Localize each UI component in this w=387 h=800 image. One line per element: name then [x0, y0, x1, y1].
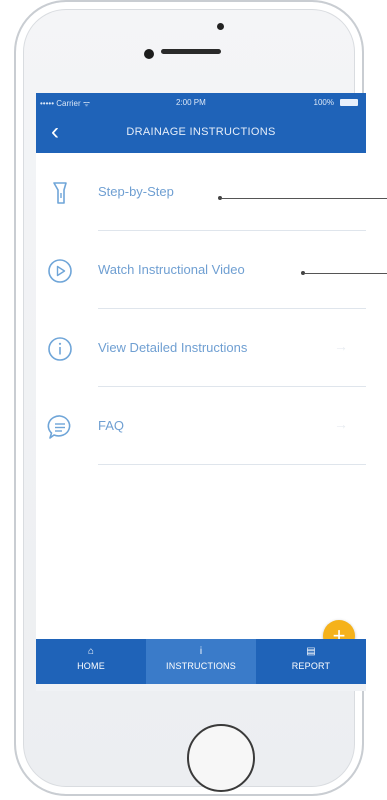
arrow-right-icon: →	[334, 416, 348, 432]
list-item-label: Watch Instructional Video	[98, 262, 245, 277]
list-item-label: Step-by-Step	[98, 184, 174, 199]
navigation-bar: ‹ DRAINAGE INSTRUCTIONS	[36, 113, 366, 153]
earpiece-speaker	[161, 49, 221, 54]
status-carrier: ••••• Carrier ᯤ	[40, 99, 91, 108]
chat-bubble-icon	[46, 413, 74, 441]
tab-label: HOME	[77, 661, 105, 671]
tab-instructions[interactable]: i INSTRUCTIONS	[146, 639, 256, 684]
list-item-label: FAQ	[98, 418, 125, 433]
status-bar: ••••• Carrier ᯤ 2:00 PM 100%	[36, 93, 366, 113]
status-time: 2:00 PM	[176, 98, 206, 107]
app-screen: ••••• Carrier ᯤ 2:00 PM 100% ‹ DRAINAGE …	[36, 93, 366, 691]
front-camera	[217, 23, 224, 30]
list-item-step-by-step[interactable]: Step-by-Step	[36, 153, 366, 231]
list-item-label: View Detailed Instructions	[98, 340, 248, 355]
tab-label: INSTRUCTIONS	[166, 661, 236, 671]
list-item-watch-video[interactable]: Watch Instructional Video	[36, 231, 366, 309]
play-circle-icon	[46, 257, 74, 285]
info-icon: i	[199, 646, 203, 657]
list-item-detailed-instructions[interactable]: View Detailed Instructions →	[36, 309, 366, 387]
arrow-right-icon: →	[334, 338, 348, 354]
home-hardware-button[interactable]	[187, 724, 255, 792]
screen-bottom-edge	[36, 684, 366, 691]
callout-line	[305, 273, 387, 274]
bottom-tab-bar: ⌂ HOME i INSTRUCTIONS ▤ REPORT	[36, 639, 366, 684]
instruction-options-list: Step-by-Step Watch Instructional Video V…	[36, 153, 366, 465]
callout-line	[222, 198, 387, 199]
list-item-faq[interactable]: FAQ →	[36, 387, 366, 465]
divider	[98, 464, 366, 465]
document-icon: ▤	[306, 646, 316, 657]
proximity-sensor	[144, 49, 154, 59]
tab-report[interactable]: ▤ REPORT	[256, 639, 366, 684]
battery-icon	[340, 99, 358, 106]
page-title: DRAINAGE INSTRUCTIONS	[126, 126, 276, 138]
tab-home[interactable]: ⌂ HOME	[36, 639, 146, 684]
house-icon: ⌂	[87, 646, 95, 657]
info-circle-icon	[46, 335, 74, 363]
tab-label: REPORT	[291, 661, 331, 671]
flashlight-icon	[46, 179, 74, 207]
status-battery-percent: 100%	[313, 98, 334, 107]
